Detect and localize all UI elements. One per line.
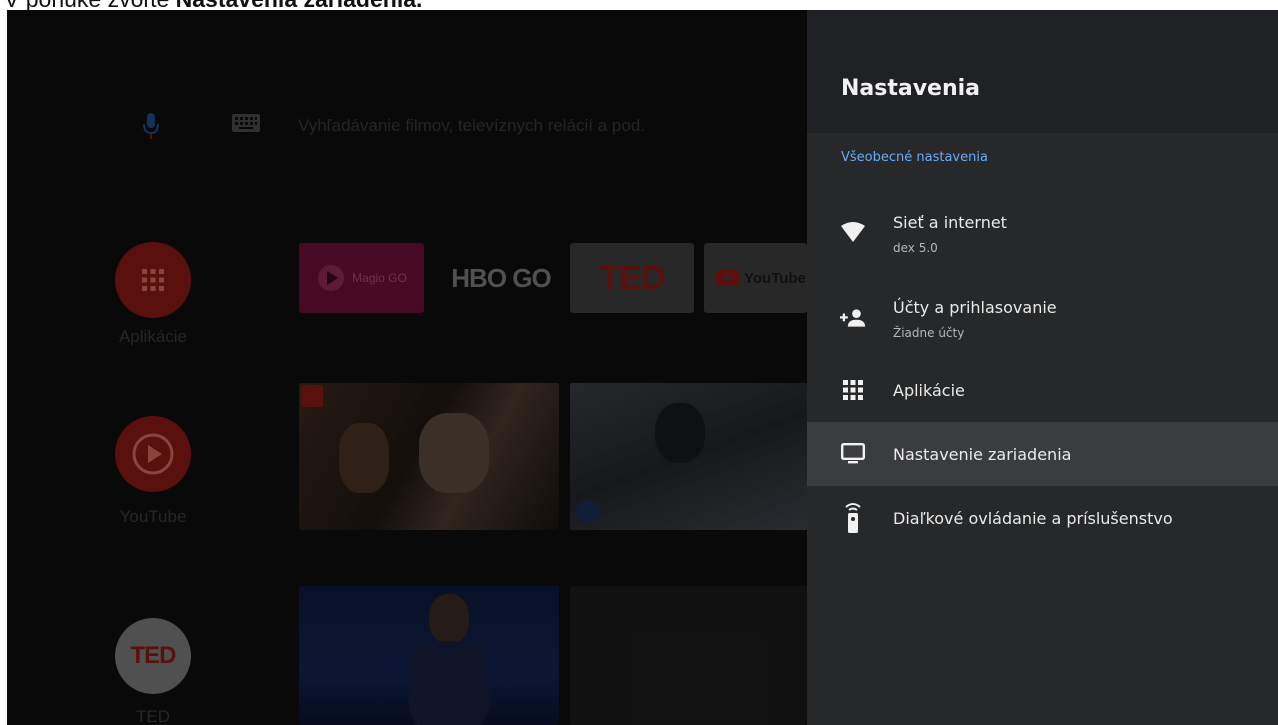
settings-item-label: Diaľkové ovládanie a príslušenstvo bbox=[893, 509, 1173, 528]
settings-item-apps[interactable]: Aplikácie bbox=[807, 358, 1278, 422]
instruction-text: V ponuke zvoľte Nastavenia zariadenia. bbox=[4, 0, 422, 10]
side-app-ted[interactable]: TED bbox=[115, 618, 191, 694]
settings-item-label: Sieť a internet bbox=[893, 213, 1007, 232]
settings-item-remote[interactable]: Diaľkové ovládanie a príslušenstvo bbox=[807, 486, 1278, 550]
side-app-youtube[interactable] bbox=[115, 416, 191, 492]
settings-item-label: Účty a prihlasovanie bbox=[893, 298, 1057, 317]
settings-item-label: Aplikácie bbox=[893, 381, 965, 400]
magio-logo-icon bbox=[318, 265, 345, 291]
side-app-label: Aplikácie bbox=[118, 327, 188, 346]
keyboard-icon[interactable] bbox=[231, 113, 261, 133]
side-app-label: YouTube bbox=[119, 507, 187, 526]
settings-panel: Nastavenia Všeobecné nastavenia Sieť a i… bbox=[807, 10, 1278, 725]
magio-go-tile[interactable]: Magio GO bbox=[299, 243, 424, 313]
play-circle-icon bbox=[132, 433, 174, 475]
video-thumbnail[interactable] bbox=[299, 586, 559, 725]
channel-badge bbox=[576, 500, 600, 524]
channel-badge bbox=[301, 385, 323, 407]
search-input[interactable]: Vyhľadávanie filmov, televíznych relácií… bbox=[298, 116, 645, 136]
add-person-icon bbox=[840, 305, 866, 331]
video-thumbnail[interactable] bbox=[570, 586, 807, 725]
youtube-tile[interactable]: YouTube bbox=[704, 243, 807, 313]
video-thumbnail[interactable] bbox=[570, 383, 807, 530]
settings-header: Nastavenia bbox=[807, 10, 1278, 133]
section-title: Všeobecné nastavenia bbox=[841, 150, 988, 165]
wifi-icon bbox=[840, 220, 866, 246]
apps-grid-icon bbox=[840, 377, 866, 403]
ted-logo: TED bbox=[130, 642, 177, 669]
settings-item-sublabel: Žiadne účty bbox=[893, 326, 965, 340]
tv-screen: Vyhľadávanie filmov, televíznych relácií… bbox=[7, 10, 1278, 725]
remote-control-icon bbox=[840, 502, 866, 534]
settings-item-device[interactable]: Nastavenie zariadenia bbox=[807, 422, 1278, 486]
home-screen: Vyhľadávanie filmov, televíznych relácií… bbox=[7, 10, 807, 725]
tv-monitor-icon bbox=[840, 441, 866, 467]
settings-item-network[interactable]: Sieť a internet dex 5.0 bbox=[807, 201, 1278, 265]
page-title: Nastavenia bbox=[841, 76, 981, 101]
youtube-logo-icon bbox=[716, 270, 740, 286]
apps-grid-icon bbox=[142, 269, 164, 291]
instruction-banner: V ponuke zvoľte Nastavenia zariadenia. bbox=[0, 0, 1278, 10]
microphone-icon[interactable] bbox=[139, 110, 163, 142]
video-thumbnail[interactable] bbox=[299, 383, 559, 530]
ted-tile[interactable]: TED bbox=[570, 243, 694, 313]
settings-item-accounts[interactable]: Účty a prihlasovanie Žiadne účty bbox=[807, 286, 1278, 350]
side-app-aplikacie[interactable] bbox=[115, 242, 191, 318]
hbo-go-tile[interactable]: HBO GO bbox=[438, 243, 564, 313]
settings-item-label: Nastavenie zariadenia bbox=[893, 445, 1072, 464]
side-app-label: TED bbox=[136, 707, 170, 725]
settings-item-sublabel: dex 5.0 bbox=[893, 241, 938, 255]
